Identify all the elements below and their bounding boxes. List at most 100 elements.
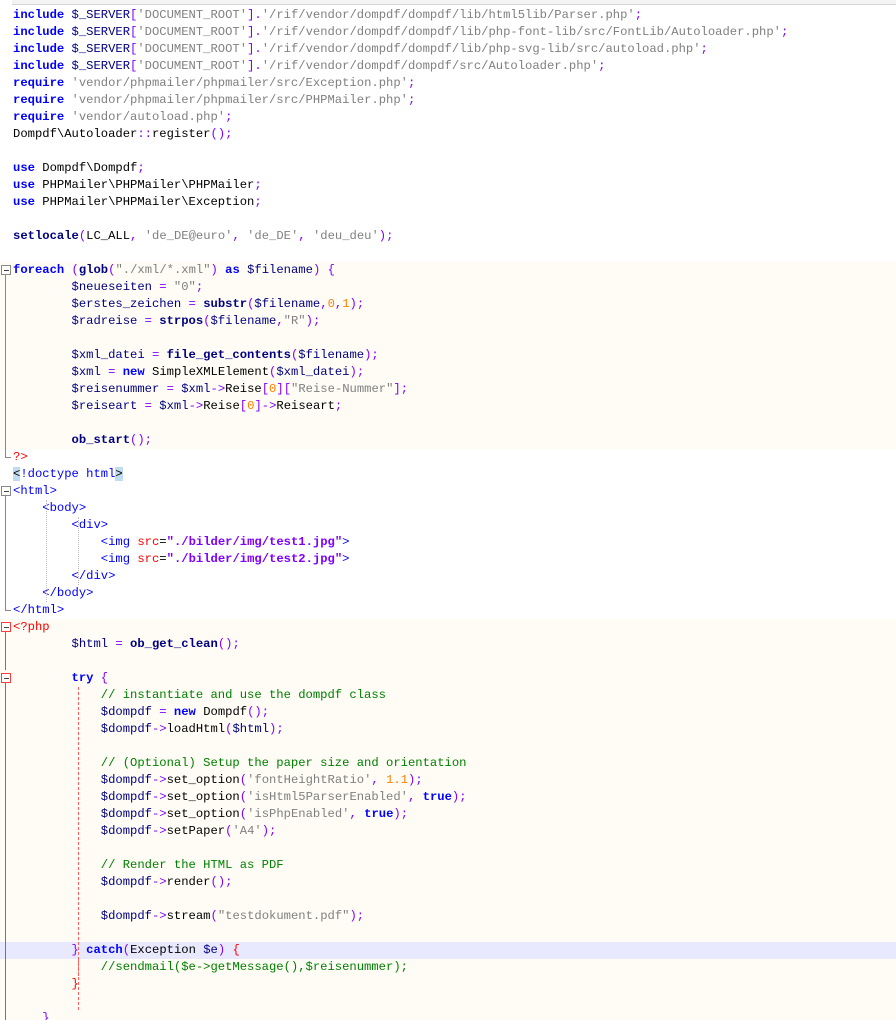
code-line[interactable]: include $_SERVER['DOCUMENT_ROOT'].'/rif/…	[0, 41, 896, 58]
code-token: $dompdf	[100, 790, 152, 804]
code-token: '/rif/vendor/dompdf/dompdf/lib/php-font-…	[261, 25, 781, 39]
code-line[interactable]: require 'vendor/autoload.php';	[0, 109, 896, 126]
code-line-text: // instantiate and use the dompdf class	[13, 687, 386, 704]
code-token: ].	[247, 8, 262, 22]
code-line-text: $dompdf->render();	[13, 874, 233, 891]
code-line[interactable]: }	[0, 976, 896, 993]
code-line[interactable]: $reiseart = $xml->Reise[0]->Reiseart;	[0, 398, 896, 415]
code-line[interactable]: use PHPMailer\PHPMailer\Exception;	[0, 194, 896, 211]
code-line[interactable]: use Dompdf\Dompdf;	[0, 160, 896, 177]
code-line[interactable]: <img src="./bilder/img/test1.jpg">	[0, 534, 896, 551]
code-line[interactable]: $erstes_zeichen = substr($filename,0,1);	[0, 296, 896, 313]
code-token: >	[115, 467, 123, 481]
fold-line-marker	[0, 432, 12, 449]
code-line[interactable]: $dompdf->set_option('isHtml5ParserEnable…	[0, 789, 896, 806]
code-token: );	[269, 722, 284, 736]
code-line[interactable]: $dompdf->setPaper('A4');	[0, 823, 896, 840]
code-line[interactable]: } catch(Exception $e) {	[0, 942, 896, 959]
code-line[interactable]: Dompdf\Autoloader::register();	[0, 126, 896, 143]
code-line[interactable]: $xml_datei = file_get_contents($filename…	[0, 347, 896, 364]
code-line[interactable]: $html = ob_get_clean();	[0, 636, 896, 653]
code-token: ();	[247, 705, 270, 719]
code-line[interactable]: use PHPMailer\PHPMailer\PHPMailer;	[0, 177, 896, 194]
code-line[interactable]: }	[0, 1010, 896, 1020]
code-token: set_option	[166, 773, 240, 787]
code-token: $dompdf	[100, 824, 152, 838]
code-line[interactable]	[0, 738, 896, 755]
code-line[interactable]	[0, 245, 896, 262]
fold-end-marker	[0, 449, 12, 466]
code-token: $filename	[210, 314, 277, 328]
code-line-text: <img src="./bilder/img/test2.jpg">	[13, 551, 350, 568]
code-line[interactable]: <!doctype html>	[0, 466, 896, 483]
code-line[interactable]: foreach (glob("./xml/*.xml") as $filenam…	[0, 262, 896, 279]
code-line[interactable]: $dompdf->set_option('fontHeightRatio', 1…	[0, 772, 896, 789]
code-line[interactable]: require 'vendor/phpmailer/phpmailer/src/…	[0, 75, 896, 92]
code-line[interactable]: </body>	[0, 585, 896, 602]
code-line[interactable]	[0, 415, 896, 432]
code-line[interactable]: <img src="./bilder/img/test2.jpg">	[0, 551, 896, 568]
fold-line-marker	[0, 330, 12, 347]
code-line[interactable]	[0, 211, 896, 228]
code-line[interactable]: <html>	[0, 483, 896, 500]
code-token: <body>	[42, 501, 87, 515]
code-line[interactable]: require 'vendor/phpmailer/phpmailer/src/…	[0, 92, 896, 109]
code-line[interactable]: $neueseiten = "0";	[0, 279, 896, 296]
code-line[interactable]: // Render the HTML as PDF	[0, 857, 896, 874]
code-line[interactable]: </html>	[0, 602, 896, 619]
code-line[interactable]: <body>	[0, 500, 896, 517]
code-line[interactable]: // (Optional) Setup the paper size and o…	[0, 755, 896, 772]
fold-toggle-icon[interactable]	[0, 483, 12, 500]
code-token: ();	[210, 875, 233, 889]
code-line[interactable]: $dompdf->stream("testdokument.pdf");	[0, 908, 896, 925]
code-line[interactable]: </div>	[0, 568, 896, 585]
fold-line-marker	[0, 806, 12, 823]
code-line[interactable]: <div>	[0, 517, 896, 534]
code-line[interactable]: $radreise = strpos($filename,"R");	[0, 313, 896, 330]
code-line[interactable]: $dompdf = new Dompdf();	[0, 704, 896, 721]
code-line[interactable]: $dompdf->render();	[0, 874, 896, 891]
code-line[interactable]: <?php	[0, 619, 896, 636]
code-line[interactable]: include $_SERVER['DOCUMENT_ROOT'].'/rif/…	[0, 7, 896, 24]
code-line[interactable]: // instantiate and use the dompdf class	[0, 687, 896, 704]
code-line[interactable]: include $_SERVER['DOCUMENT_ROOT'].'/rif/…	[0, 58, 896, 75]
code-line[interactable]	[0, 840, 896, 857]
fold-line-marker	[0, 823, 12, 840]
code-line[interactable]: setlocale(LC_ALL, 'de_DE@euro', 'de_DE',…	[0, 228, 896, 245]
code-line[interactable]: $dompdf->loadHtml($html);	[0, 721, 896, 738]
code-line[interactable]: $reisenummer = $xml->Reise[0]["Reise-Num…	[0, 381, 896, 398]
code-line[interactable]	[0, 993, 896, 1010]
code-line[interactable]	[0, 891, 896, 908]
code-line[interactable]	[0, 330, 896, 347]
code-token: ->	[151, 807, 167, 821]
code-line[interactable]: include $_SERVER['DOCUMENT_ROOT'].'/rif/…	[0, 24, 896, 41]
code-token: setlocale	[13, 229, 79, 243]
code-token: as	[225, 263, 248, 277]
code-token: file_get_contents	[166, 348, 291, 362]
code-line[interactable]: $dompdf->set_option('isPhpEnabled', true…	[0, 806, 896, 823]
code-token: =	[151, 705, 174, 719]
fold-toggle-icon[interactable]	[0, 670, 12, 687]
code-line[interactable]	[0, 143, 896, 160]
code-line[interactable]: ob_start();	[0, 432, 896, 449]
code-line[interactable]: try {	[0, 670, 896, 687]
code-editor[interactable]: include $_SERVER['DOCUMENT_ROOT'].'/rif/…	[0, 0, 896, 1020]
code-token: 'isPhpEnabled'	[247, 807, 350, 821]
code-token: true	[364, 807, 394, 821]
code-line[interactable]: $xml = new SimpleXMLElement($xml_datei);	[0, 364, 896, 381]
fold-toggle-icon[interactable]	[0, 262, 12, 279]
code-line[interactable]: //sendmail($e->getMessage(),$reisenummer…	[0, 959, 896, 976]
code-line[interactable]	[0, 653, 896, 670]
fold-toggle-icon[interactable]	[0, 619, 12, 636]
code-line[interactable]: ?>	[0, 449, 896, 466]
code-token: '/rif/vendor/dompdf/dompdf/src/Autoloade…	[261, 59, 599, 73]
code-line[interactable]	[0, 925, 896, 942]
